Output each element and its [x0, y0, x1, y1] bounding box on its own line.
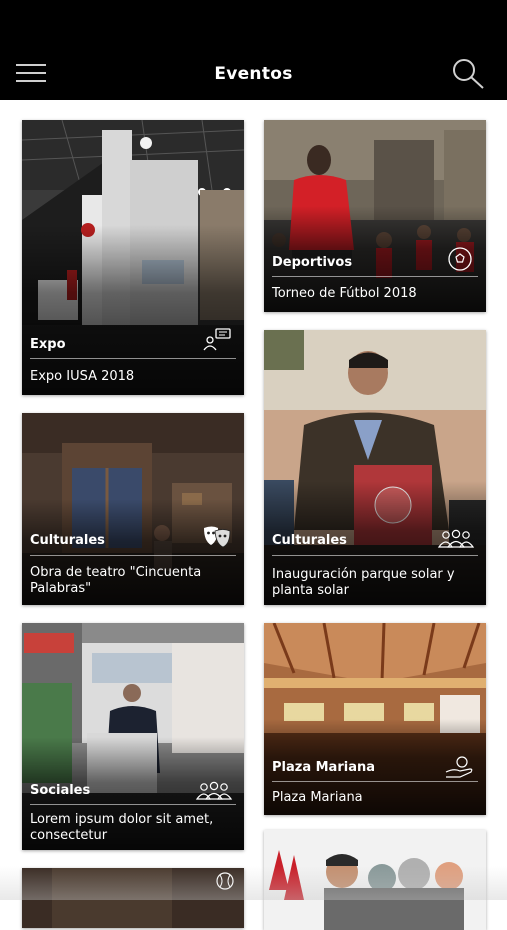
event-name: Expo IUSA 2018: [30, 369, 135, 384]
event-category: Culturales: [272, 533, 347, 548]
event-category: Deportivos: [272, 255, 353, 270]
event-card-partial-right[interactable]: [264, 830, 486, 930]
event-card-partial-left[interactable]: [22, 868, 244, 928]
event-name: Obra de teatro "Cincuenta Palabras": [30, 565, 202, 596]
theater-masks-icon: [204, 526, 231, 548]
event-name: Torneo de Fútbol 2018: [272, 286, 417, 301]
divider: [272, 555, 478, 556]
event-card-culturales-teatro[interactable]: Culturales Obra de teatro "Cincuenta Pal…: [22, 413, 244, 605]
page-title: Eventos: [214, 64, 293, 84]
event-photo: [264, 830, 486, 930]
search-icon: [453, 59, 484, 89]
hand-coin-icon: [445, 756, 473, 778]
event-card-deportivos[interactable]: Deportivos Torneo de Fútbol 2018: [264, 120, 486, 312]
event-category: Culturales: [30, 533, 105, 548]
divider: [30, 555, 236, 556]
event-category: Sociales: [30, 783, 91, 798]
event-card-culturales-parque[interactable]: Culturales Inauguración parque solar y p…: [264, 330, 486, 605]
baseball-icon: [216, 872, 234, 890]
event-photo: [22, 868, 244, 928]
search-button[interactable]: [450, 57, 486, 91]
event-card-expo[interactable]: Expo Expo IUSA 2018: [22, 120, 244, 395]
event-category: Expo: [30, 337, 66, 352]
event-category: Plaza Mariana: [272, 760, 375, 775]
event-name: Inauguración parque solar y planta solar: [272, 567, 455, 598]
chat-person-icon: [203, 328, 231, 351]
divider: [272, 781, 478, 782]
event-name: Lorem ipsum dolor sit amet, consectetur: [30, 812, 214, 843]
group-people-icon: [195, 781, 233, 800]
event-card-plaza-mariana[interactable]: Plaza Mariana Plaza Mariana: [264, 623, 486, 815]
divider: [30, 358, 236, 359]
group-people-icon: [437, 529, 475, 548]
top-app-bar: Eventos: [0, 0, 507, 100]
soccer-ball-icon: [448, 247, 472, 271]
event-card-sociales[interactable]: Sociales Lorem ipsum dolor sit amet, con…: [22, 623, 244, 850]
divider: [272, 276, 478, 277]
event-name: Plaza Mariana: [272, 790, 363, 805]
divider: [30, 804, 236, 805]
